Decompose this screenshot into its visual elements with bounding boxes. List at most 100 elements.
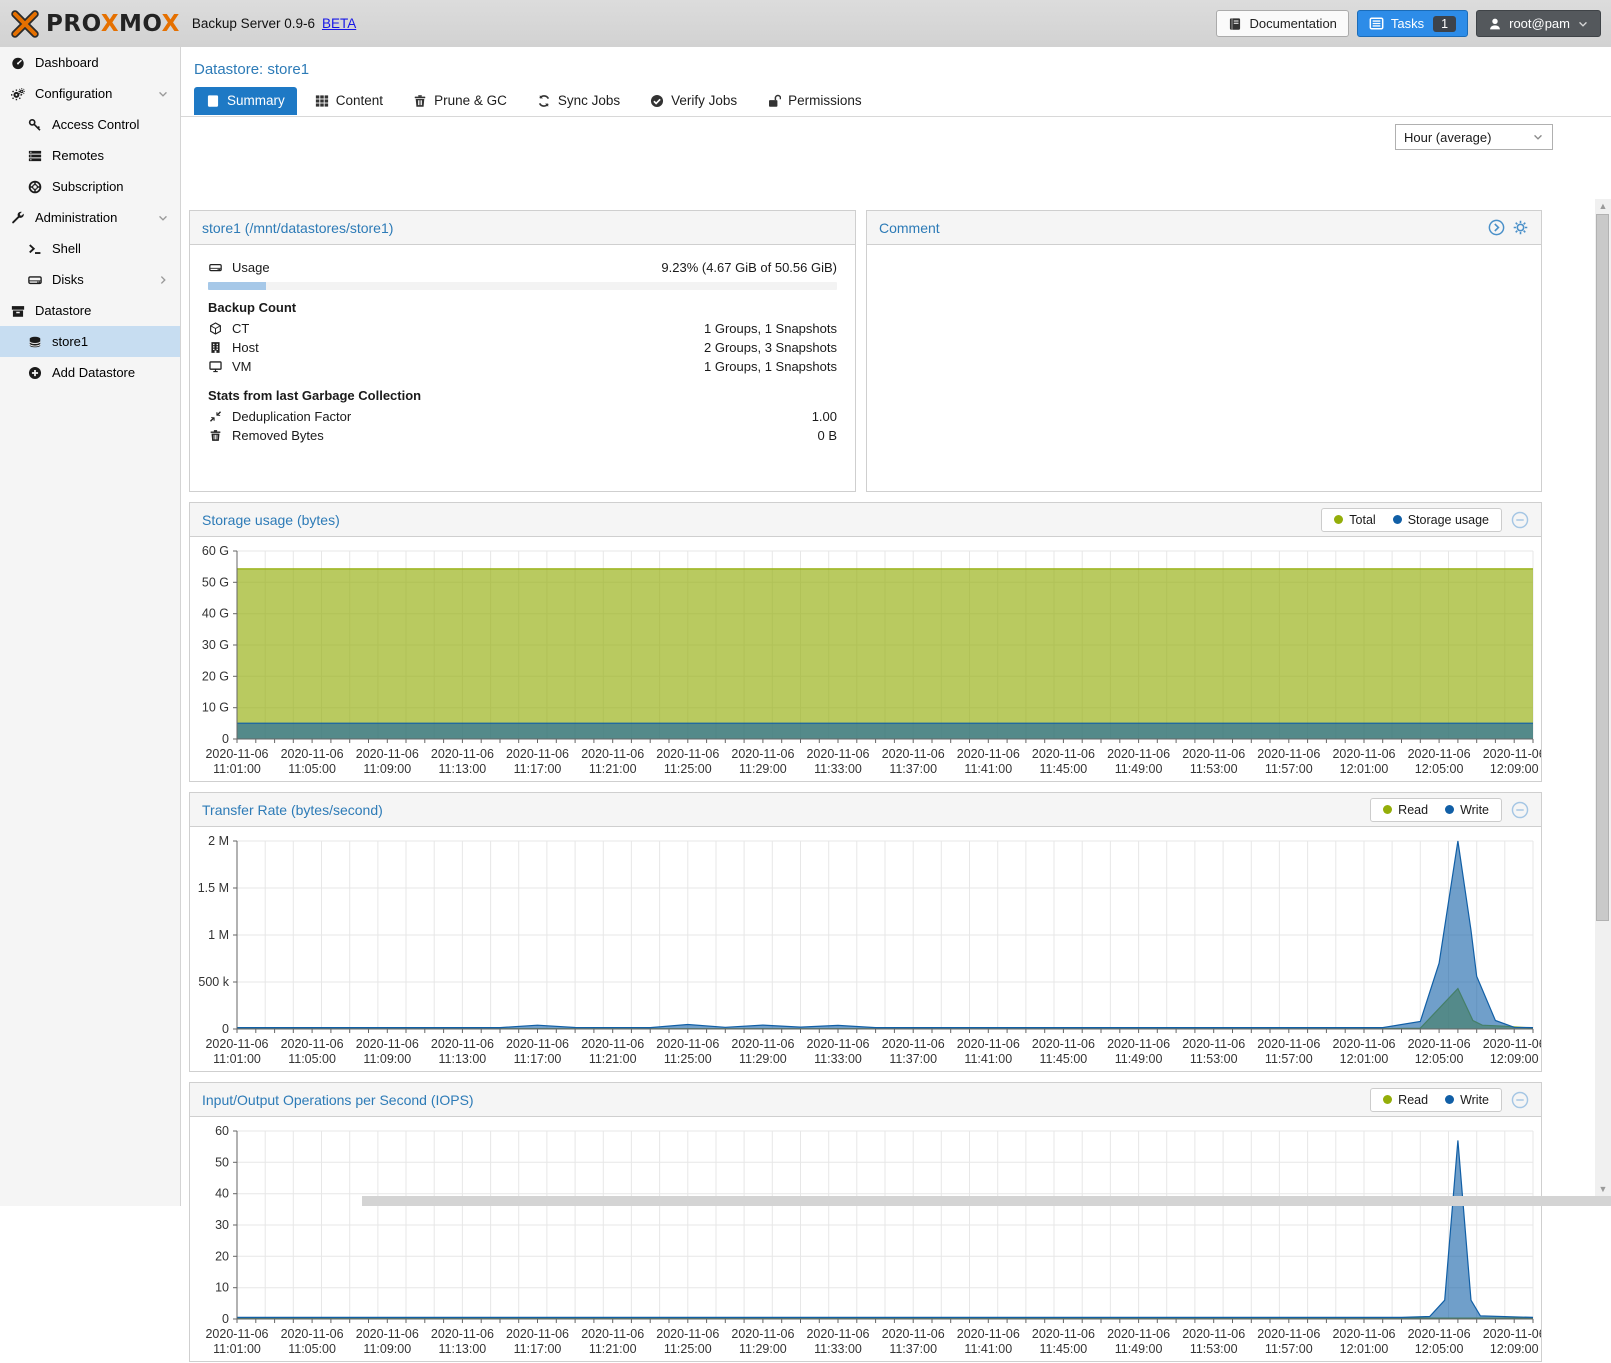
- svg-text:11:05:00: 11:05:00: [288, 762, 336, 776]
- chevron-down-icon[interactable]: [155, 212, 171, 224]
- tab-label: Summary: [227, 93, 285, 108]
- svg-text:40 G: 40 G: [202, 607, 229, 621]
- sidebar-item-subscription[interactable]: Subscription: [0, 171, 180, 202]
- legend-color-dot: [1383, 805, 1392, 814]
- chevron-down-icon[interactable]: [155, 88, 171, 100]
- svg-text:2020-11-06: 2020-11-06: [1408, 1037, 1471, 1051]
- svg-text:2020-11-06: 2020-11-06: [1107, 1327, 1170, 1341]
- tab-content[interactable]: Content: [303, 87, 395, 115]
- scrollbar-down-arrow[interactable]: ▼: [1595, 1182, 1611, 1196]
- svg-text:11:49:00: 11:49:00: [1115, 762, 1163, 776]
- terminal-icon: [27, 242, 43, 256]
- sidebar-item-label: Datastore: [35, 303, 91, 318]
- scrollbar-up-arrow[interactable]: ▲: [1595, 199, 1611, 213]
- tab-label: Verify Jobs: [671, 93, 737, 108]
- transfer-rate-chart: 0500 k1 M1.5 M2 M2020-11-0611:01:002020-…: [190, 827, 1541, 1073]
- tasks-button[interactable]: Tasks 1: [1357, 10, 1468, 37]
- sidebar-item-remotes[interactable]: Remotes: [0, 140, 180, 171]
- legend-item-write[interactable]: Write: [1445, 1093, 1489, 1107]
- legend-label: Read: [1398, 803, 1428, 817]
- legend-item-read[interactable]: Read: [1383, 1093, 1428, 1107]
- svg-text:11:29:00: 11:29:00: [739, 1052, 787, 1066]
- svg-text:0: 0: [222, 1312, 229, 1326]
- stat-row-vm: VM1 Groups, 1 Snapshots: [208, 357, 837, 376]
- product-subtitle: Backup Server 0.9-6: [192, 16, 315, 31]
- beta-link[interactable]: BETA: [322, 16, 356, 31]
- legend-item-read[interactable]: Read: [1383, 803, 1428, 817]
- svg-text:2020-11-06: 2020-11-06: [1408, 747, 1471, 761]
- svg-text:2020-11-06: 2020-11-06: [506, 1037, 569, 1051]
- svg-text:11:41:00: 11:41:00: [964, 1342, 1012, 1356]
- sync-icon: [537, 94, 551, 108]
- svg-text:11:13:00: 11:13:00: [439, 1052, 487, 1066]
- svg-text:11:49:00: 11:49:00: [1115, 1342, 1163, 1356]
- svg-text:2020-11-06: 2020-11-06: [1032, 1327, 1095, 1341]
- stat-label: VM: [232, 359, 252, 374]
- chevron-right-icon[interactable]: [155, 274, 171, 286]
- sidebar-item-label: Access Control: [52, 117, 139, 132]
- svg-text:11:09:00: 11:09:00: [363, 762, 411, 776]
- sidebar-item-label: Configuration: [35, 86, 112, 101]
- main-area: Datastore: store1 SummaryContentPrune & …: [181, 47, 1611, 1206]
- time-period-select[interactable]: Hour (average): [1395, 124, 1553, 150]
- svg-text:11:33:00: 11:33:00: [814, 1342, 862, 1356]
- svg-text:11:05:00: 11:05:00: [288, 1342, 336, 1356]
- tab-prune-gc[interactable]: Prune & GC: [401, 87, 519, 115]
- content-scroll-area: store1 (/mnt/datastores/store1) Usage 9.…: [181, 199, 1595, 1206]
- svg-text:2020-11-06: 2020-11-06: [581, 1327, 644, 1341]
- sidebar-item-shell[interactable]: Shell: [0, 233, 180, 264]
- stat-value: 1.00: [812, 409, 837, 424]
- sidebar-item-administration[interactable]: Administration: [0, 202, 180, 233]
- hdd-icon: [208, 261, 223, 274]
- gear-icon[interactable]: [1512, 219, 1529, 236]
- svg-text:12:09:00: 12:09:00: [1490, 762, 1539, 776]
- tab-summary[interactable]: Summary: [194, 87, 297, 115]
- svg-text:11:37:00: 11:37:00: [889, 1052, 937, 1066]
- chart-title: Input/Output Operations per Second (IOPS…: [202, 1092, 474, 1108]
- sidebar-item-dashboard[interactable]: Dashboard: [0, 47, 180, 78]
- svg-text:11:25:00: 11:25:00: [664, 1342, 712, 1356]
- cube-icon: [208, 322, 223, 335]
- usage-progress-fill: [208, 282, 266, 290]
- sidebar-item-access-control[interactable]: Access Control: [0, 109, 180, 140]
- collapse-panel-icon[interactable]: [1511, 511, 1529, 529]
- legend-item-total[interactable]: Total: [1334, 513, 1375, 527]
- svg-text:2020-11-06: 2020-11-06: [1107, 747, 1170, 761]
- check-circle-icon: [650, 94, 664, 108]
- svg-text:11:21:00: 11:21:00: [589, 1342, 637, 1356]
- documentation-button[interactable]: Documentation: [1216, 10, 1348, 37]
- scrollbar-thumb[interactable]: [1596, 214, 1609, 921]
- tab-permissions[interactable]: Permissions: [755, 87, 874, 115]
- expand-circle-right-icon[interactable]: [1488, 219, 1505, 236]
- svg-text:2020-11-06: 2020-11-06: [1032, 1037, 1095, 1051]
- sidebar-item-disks[interactable]: Disks: [0, 264, 180, 295]
- user-menu-button[interactable]: root@pam: [1476, 10, 1601, 37]
- sidebar-item-store1[interactable]: store1: [0, 326, 180, 357]
- tab-sync-jobs[interactable]: Sync Jobs: [525, 87, 632, 115]
- legend-item-storage-usage[interactable]: Storage usage: [1393, 513, 1489, 527]
- proxmox-logo: PROXMOX: [10, 9, 180, 39]
- collapse-panel-icon[interactable]: [1511, 1091, 1529, 1109]
- svg-text:1 M: 1 M: [208, 928, 229, 942]
- user-label: root@pam: [1509, 16, 1570, 31]
- svg-text:2020-11-06: 2020-11-06: [281, 747, 344, 761]
- tab-verify-jobs[interactable]: Verify Jobs: [638, 87, 749, 115]
- sidebar-item-add-datastore[interactable]: Add Datastore: [0, 357, 180, 388]
- collapse-panel-icon[interactable]: [1511, 801, 1529, 819]
- svg-text:2020-11-06: 2020-11-06: [1107, 1037, 1170, 1051]
- svg-text:11:53:00: 11:53:00: [1190, 1052, 1238, 1066]
- legend-item-write[interactable]: Write: [1445, 803, 1489, 817]
- sidebar-item-label: Disks: [52, 272, 84, 287]
- sidebar-item-label: Dashboard: [35, 55, 99, 70]
- vertical-scrollbar[interactable]: ▲ ▼: [1595, 199, 1611, 1196]
- svg-text:2020-11-06: 2020-11-06: [431, 747, 494, 761]
- svg-text:2020-11-06: 2020-11-06: [957, 1327, 1020, 1341]
- backup-count-heading: Backup Count: [208, 300, 837, 315]
- svg-text:11:01:00: 11:01:00: [213, 762, 261, 776]
- svg-text:2020-11-06: 2020-11-06: [506, 1327, 569, 1341]
- sidebar-item-configuration[interactable]: Configuration: [0, 78, 180, 109]
- sidebar-item-datastore[interactable]: Datastore: [0, 295, 180, 326]
- time-period-value: Hour (average): [1404, 130, 1491, 145]
- svg-text:2020-11-06: 2020-11-06: [581, 747, 644, 761]
- stat-value: 2 Groups, 3 Snapshots: [704, 340, 837, 355]
